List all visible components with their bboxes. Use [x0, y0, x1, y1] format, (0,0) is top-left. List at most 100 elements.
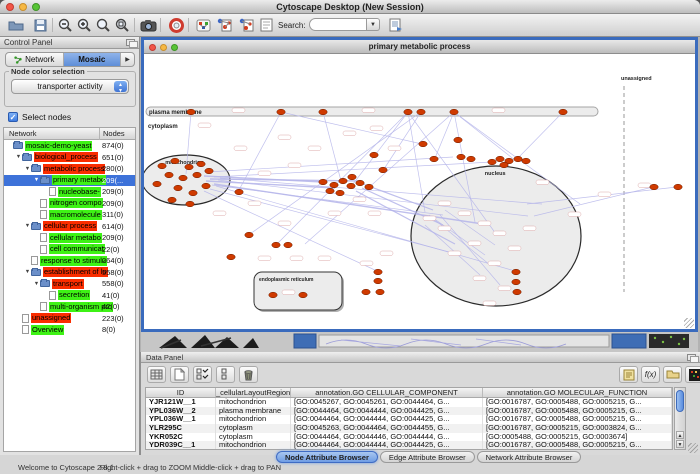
node-color-select[interactable]: transporter activity ▲▼: [11, 79, 129, 94]
open-folder-icon[interactable]: [663, 366, 682, 383]
network-node[interactable]: [336, 190, 344, 196]
select-nodes-option[interactable]: ✓ Select nodes: [8, 112, 71, 122]
network-node[interactable]: [374, 269, 382, 275]
help-icon[interactable]: [166, 16, 186, 34]
network-node[interactable]: [500, 162, 508, 168]
network-node[interactable]: [339, 178, 347, 184]
table-row[interactable]: YPL036W__1mitochondrion[GO:0044464, GO:0…: [146, 415, 672, 424]
network-node[interactable]: [153, 181, 161, 187]
column-header[interactable]: ID: [146, 388, 216, 397]
table-row[interactable]: YJR121W__1mitochondrion[GO:0045267, GO:0…: [146, 398, 672, 407]
tree-row[interactable]: cellular metabo209(0): [4, 232, 135, 244]
network-node[interactable]: [187, 109, 195, 115]
tree-row[interactable]: macromolecule311(0): [4, 209, 135, 221]
network-node[interactable]: [513, 289, 521, 295]
network-node[interactable]: [245, 232, 253, 238]
network-canvas[interactable]: plasma membranecytoplasmmitochondrionnuc…: [144, 54, 695, 329]
tree-row[interactable]: mosaic-demo-yeast874(0): [4, 140, 135, 152]
tree-column-network[interactable]: Network: [9, 129, 37, 138]
tree-row[interactable]: Overview8(0): [4, 324, 135, 336]
network-node[interactable]: [272, 242, 280, 248]
network-node[interactable]: [419, 141, 427, 147]
scroll-up-icon[interactable]: ▲: [676, 431, 684, 439]
network-node[interactable]: [269, 292, 277, 298]
search-input[interactable]: [309, 18, 367, 31]
network-node[interactable]: [277, 109, 285, 115]
network-node[interactable]: [158, 163, 166, 169]
tree-row[interactable]: ▼metabolic process280(0): [4, 163, 135, 175]
network-node[interactable]: [227, 254, 235, 260]
network-node[interactable]: [193, 172, 201, 178]
network-node[interactable]: [457, 154, 465, 160]
zoom-fit-icon[interactable]: [93, 16, 113, 34]
network-node[interactable]: [171, 158, 179, 164]
delete-attribute-icon[interactable]: [239, 366, 258, 383]
tree-row[interactable]: cell communicat22(0): [4, 244, 135, 256]
tree-column-nodes[interactable]: Nodes: [103, 129, 125, 138]
tree-row[interactable]: ▼biological_process651(0): [4, 152, 135, 164]
network-node[interactable]: [186, 201, 194, 207]
network-view-window[interactable]: primary metabolic process plasma membran…: [141, 37, 698, 332]
network-node[interactable]: [347, 183, 355, 189]
network-node[interactable]: [454, 137, 462, 143]
expand-arrow-icon[interactable]: ▼: [33, 281, 40, 287]
table-row[interactable]: YDR039C__1mitochondrion[GO:0044464, GO:0…: [146, 441, 672, 450]
scroll-down-icon[interactable]: ▼: [676, 440, 684, 448]
network-node[interactable]: [376, 289, 384, 295]
new-attribute-icon[interactable]: [170, 366, 189, 383]
expand-arrow-icon[interactable]: ▼: [24, 166, 31, 172]
table-scrollbar[interactable]: ▲ ▼: [674, 387, 686, 450]
tree-row[interactable]: response to stimulu264(0): [4, 255, 135, 267]
network-window-titlebar[interactable]: primary metabolic process: [144, 40, 695, 54]
matrix-icon[interactable]: [685, 366, 700, 383]
import-table-icon[interactable]: [386, 16, 406, 34]
expand-arrow-icon[interactable]: ▼: [33, 177, 40, 183]
save-icon[interactable]: [30, 16, 50, 34]
snapshot-icon[interactable]: [138, 16, 158, 34]
network-node[interactable]: [430, 156, 438, 162]
network-node[interactable]: [488, 159, 496, 165]
network-node[interactable]: [197, 161, 205, 167]
table-scrollbar-thumb[interactable]: [676, 390, 684, 412]
network-node[interactable]: [299, 292, 307, 298]
network-node[interactable]: [356, 180, 364, 186]
open-icon[interactable]: [6, 16, 26, 34]
table-mode-icon[interactable]: [147, 366, 166, 383]
network-node[interactable]: [202, 183, 210, 189]
table-row[interactable]: YLR295Ccytoplasm[GO:0045263, GO:0044464,…: [146, 424, 672, 433]
tree-row[interactable]: secretion41(0): [4, 290, 135, 302]
network-node[interactable]: [467, 156, 475, 162]
tree-row[interactable]: ▼transport558(0): [4, 278, 135, 290]
tree-row[interactable]: ▼cellular process614(0): [4, 221, 135, 233]
column-header[interactable]: annotation.GO MOLECULAR_FUNCTION: [483, 388, 672, 397]
network-node[interactable]: [522, 158, 530, 164]
hide-graphics-details-icon[interactable]: [236, 16, 256, 34]
network-node[interactable]: [174, 185, 182, 191]
network-node[interactable]: [205, 168, 213, 174]
network-node[interactable]: [559, 109, 567, 115]
zoom-out-icon[interactable]: [55, 16, 75, 34]
network-node[interactable]: [326, 188, 334, 194]
network-node[interactable]: [514, 156, 522, 162]
float-data-panel-icon[interactable]: [687, 354, 696, 361]
tab-edge-attribute-browser[interactable]: Edge Attribute Browser: [380, 451, 475, 463]
tab-network[interactable]: Network: [6, 53, 64, 66]
search-dropdown-icon[interactable]: ▼: [367, 18, 380, 31]
network-node[interactable]: [450, 109, 458, 115]
tree-row[interactable]: multi-organism pro42(0): [4, 301, 135, 313]
expand-arrow-icon[interactable]: ▼: [15, 154, 22, 160]
network-node[interactable]: [185, 164, 193, 170]
network-node[interactable]: [362, 289, 370, 295]
tree-row[interactable]: nitrogen compo209(0): [4, 198, 135, 210]
unselect-attributes-icon[interactable]: [216, 366, 235, 383]
network-node[interactable]: [404, 109, 412, 115]
network-node[interactable]: [189, 190, 197, 196]
select-nodes-checkbox[interactable]: ✓: [8, 112, 18, 122]
network-node[interactable]: [512, 269, 520, 275]
network-node[interactable]: [330, 182, 338, 188]
network-node[interactable]: [512, 279, 520, 285]
table-row[interactable]: YKR052Ccytoplasm[GO:0044464, GO:0044446,…: [146, 433, 672, 442]
network-node[interactable]: [168, 197, 176, 203]
tab-network-attribute-browser[interactable]: Network Attribute Browser: [477, 451, 582, 463]
network-node[interactable]: [365, 184, 373, 190]
